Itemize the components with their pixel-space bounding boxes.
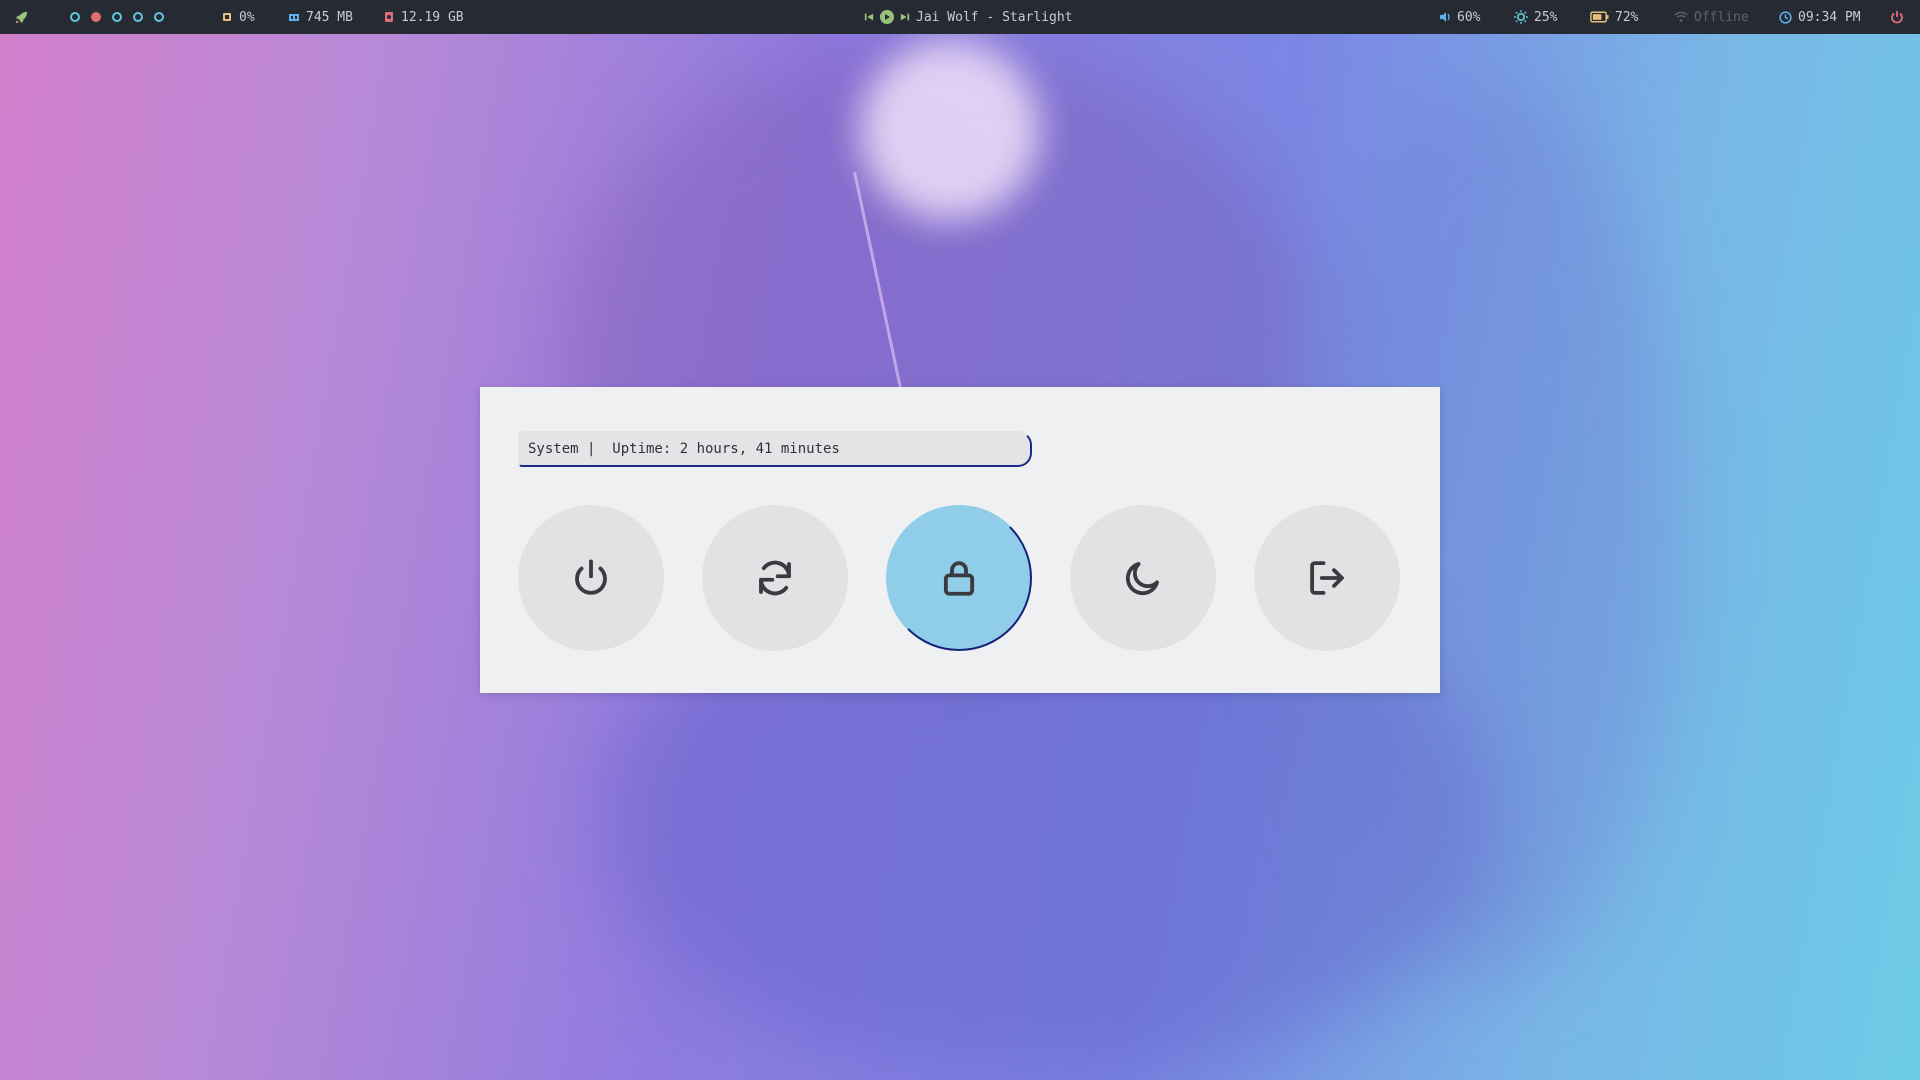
- moon-icon: [1125, 562, 1159, 596]
- brightness-icon: [1514, 10, 1528, 24]
- cpu-usage: 0%: [239, 9, 255, 25]
- battery-module: 72%: [1590, 0, 1638, 34]
- workspace-4[interactable]: [133, 12, 143, 22]
- disk-module: 12.19 GB: [383, 0, 464, 34]
- power-icon: [1891, 11, 1903, 24]
- media-module: Jai Wolf - Starlight: [864, 0, 1073, 34]
- uptime-prompt[interactable]: System | Uptime: 2 hours, 41 minutes: [518, 431, 1032, 467]
- power-menu-button[interactable]: [1890, 0, 1904, 34]
- clock-time: 09:34 PM: [1798, 9, 1861, 25]
- battery-icon: [1590, 11, 1609, 23]
- logout-button[interactable]: [1254, 505, 1400, 651]
- battery-level: 72%: [1615, 9, 1639, 25]
- memory-module: 745 MB: [288, 0, 353, 34]
- workspace-2[interactable]: [91, 12, 101, 22]
- power-options: [518, 505, 1402, 653]
- refresh-icon: [759, 560, 791, 596]
- lock-icon: [943, 561, 975, 596]
- workspace-5[interactable]: [154, 12, 164, 22]
- memory-usage: 745 MB: [306, 9, 353, 25]
- suspend-button[interactable]: [1070, 505, 1216, 651]
- workspace-1[interactable]: [70, 12, 80, 22]
- disk-icon: [385, 12, 393, 22]
- prompt-text: System | Uptime: 2 hours, 41 minutes: [528, 441, 840, 457]
- volume-icon: [1440, 12, 1450, 22]
- power-icon: [575, 559, 607, 595]
- clock-module: 09:34 PM: [1779, 0, 1861, 34]
- top-bar: 0% 745 MB 12.19 GB Jai Wolf - Starlight …: [0, 0, 1920, 34]
- disk-usage: 12.19 GB: [401, 9, 464, 25]
- cpu-module: 0%: [221, 0, 255, 34]
- power-menu: System | Uptime: 2 hours, 41 minutes: [480, 387, 1440, 693]
- shutdown-button[interactable]: [518, 505, 664, 651]
- next-track-icon[interactable]: [900, 12, 910, 22]
- brightness-module[interactable]: 25%: [1514, 0, 1557, 34]
- now-playing: Jai Wolf - Starlight: [916, 9, 1073, 25]
- clock-icon: [1779, 10, 1792, 24]
- cpu-icon: [223, 13, 231, 21]
- workspaces: [70, 0, 164, 34]
- lock-button[interactable]: [886, 505, 1032, 651]
- wifi-icon: [1674, 11, 1688, 22]
- brightness-level: 25%: [1534, 9, 1558, 25]
- volume-level: 60%: [1457, 9, 1481, 25]
- play-icon[interactable]: [880, 10, 894, 24]
- network-status: Offline: [1694, 9, 1749, 25]
- reboot-button[interactable]: [702, 505, 848, 651]
- workspace-3[interactable]: [112, 12, 122, 22]
- network-module[interactable]: Offline: [1674, 0, 1749, 34]
- launcher-rocket-icon[interactable]: [14, 0, 29, 34]
- previous-track-icon[interactable]: [864, 12, 874, 22]
- volume-module[interactable]: 60%: [1439, 0, 1480, 34]
- logout-icon: [1310, 561, 1344, 595]
- memory-icon: [289, 14, 299, 21]
